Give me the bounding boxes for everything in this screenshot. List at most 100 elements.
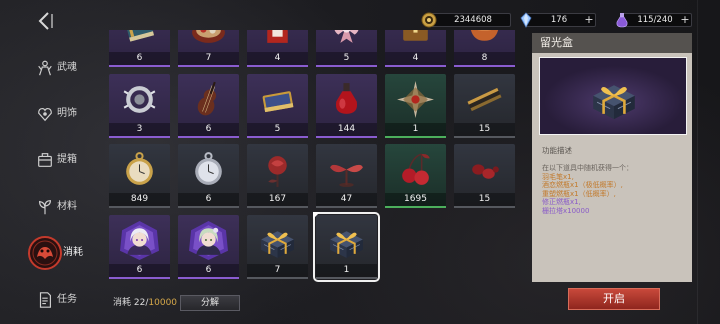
inventory-slot[interactable]: 1695 — [385, 144, 446, 208]
sidebar-item-label: 武魂 — [57, 62, 77, 73]
reward-line: 修正燃瓶x1, — [542, 198, 581, 207]
item-count: 1 — [412, 124, 419, 134]
harmonica-icon — [464, 79, 505, 120]
material-icon — [36, 198, 54, 216]
decompose-button[interactable]: 分解 — [180, 295, 240, 311]
sidebar-item-label: 材料 — [57, 201, 77, 212]
item-count: 4 — [274, 53, 281, 63]
detail-title: 留光盒 — [540, 36, 573, 49]
inventory-slot[interactable]: 167 — [247, 144, 308, 208]
silver-pocket-watch-icon — [188, 149, 229, 190]
rarity-bar — [178, 136, 239, 138]
inventory-slot[interactable]: 8 — [454, 30, 515, 67]
sidebar-item-consumable[interactable]: 消耗 — [0, 236, 100, 270]
inventory-slot[interactable]: 5 — [247, 74, 308, 138]
red-potion-icon — [326, 79, 367, 120]
gift-box-icon — [326, 220, 367, 261]
capacity-indicator: 消耗 22/10000 — [113, 297, 177, 309]
sidebar-item-task[interactable]: 任务 — [0, 288, 100, 312]
rarity-bar — [454, 136, 515, 138]
sidebar-item-ornament[interactable]: 明饰 — [0, 102, 100, 126]
reward-line: 栅拉塔x10000 — [542, 206, 590, 215]
reward-line: 酒恋燃瓶x1（极低概率）, — [542, 181, 623, 190]
item-count: 5 — [274, 124, 281, 134]
case-icon — [36, 151, 54, 169]
inventory-slot[interactable]: 15 — [454, 144, 515, 208]
item-count: 144 — [337, 124, 356, 134]
item-count: 8 — [481, 53, 488, 63]
rarity-bar — [454, 65, 515, 67]
rarity-bar — [109, 206, 170, 208]
description-intro: 在以下道具中随机获得一个： — [542, 164, 633, 172]
inventory-slot[interactable]: 5 — [316, 30, 377, 67]
item-count: 849 — [130, 194, 149, 204]
rarity-bar — [385, 206, 446, 208]
inventory-slot[interactable]: 15 — [454, 74, 515, 138]
item-count: 6 — [205, 194, 212, 204]
inventory-slot[interactable]: 6 — [178, 74, 239, 138]
item-count: 7 — [274, 265, 281, 275]
back-icon[interactable] — [36, 10, 54, 32]
stamina-currency: 115/240 + — [614, 13, 692, 28]
rarity-bar — [247, 206, 308, 208]
inventory-slot[interactable]: 6 — [178, 215, 239, 279]
sidebar-item-weapon-soul[interactable]: 武魂 — [0, 56, 100, 80]
add-crystal-button[interactable]: + — [584, 13, 594, 26]
inventory-slot[interactable]: 4 — [247, 30, 308, 67]
detail-panel: 留光盒 功能描述 在以下道具中随机获得一个： 羽毛笔x1, 酒恋燃瓶x1（极低概率… — [532, 33, 692, 282]
section-label: 功能描述 — [542, 146, 572, 155]
inventory-grid[interactable]: 6 7 4 5 4 8 3 6 5 144 1 15 849 6 167 47 1695 15 6 6 7 1 — [104, 30, 522, 286]
task-icon — [36, 291, 54, 309]
rarity-bar — [385, 136, 446, 138]
gold-chest-icon — [395, 30, 436, 49]
item-count: 4 — [412, 53, 419, 63]
red-rose-icon — [257, 149, 298, 190]
item-count: 1 — [343, 265, 350, 275]
add-stamina-button[interactable]: + — [680, 13, 690, 26]
rarity-bar — [454, 206, 515, 208]
inventory-slot[interactable]: 6 — [109, 215, 170, 279]
item-count: 15 — [478, 124, 491, 134]
inventory-slot[interactable]: 6 — [178, 144, 239, 208]
inventory-slot[interactable]: 4 — [385, 30, 446, 67]
star-compass-icon — [395, 79, 436, 120]
crystal-icon — [518, 12, 534, 28]
inventory-slot[interactable]: 3 — [109, 74, 170, 138]
weapon-soul-icon — [36, 59, 54, 77]
rarity-bar — [178, 65, 239, 67]
gift-box-icon — [584, 71, 644, 123]
rarity-bar — [178, 206, 239, 208]
inventory-slot[interactable]: 849 — [109, 144, 170, 208]
reward-line: 羽毛笔x1, — [542, 172, 574, 181]
sidebar-item-label: 明饰 — [57, 108, 77, 119]
red-cherry-icon — [395, 149, 436, 190]
gift-box-icon — [257, 220, 298, 261]
bowl-icon — [464, 30, 505, 49]
sidebar-item-label: 任务 — [57, 294, 77, 305]
inventory-slot[interactable]: 144 — [316, 74, 377, 138]
rarity-bar — [385, 65, 446, 67]
portrait-green-hair-icon — [188, 220, 229, 261]
rarity-bar — [316, 277, 377, 279]
sidebar-item-case[interactable]: 提箱 — [0, 148, 100, 172]
rarity-bar — [247, 136, 308, 138]
portrait-white-hair-icon — [119, 220, 160, 261]
item-count: 6 — [136, 265, 143, 275]
rarity-bar — [109, 65, 170, 67]
capacity-label: 消耗 — [113, 298, 132, 308]
inventory-slot-selected[interactable]: 1 — [313, 212, 380, 282]
inventory-slot[interactable]: 47 — [316, 144, 377, 208]
sidebar-item-material[interactable]: 材料 — [0, 195, 100, 219]
inventory-slot[interactable]: 6 — [109, 30, 170, 67]
stamina-amount: 115/240 — [637, 15, 673, 25]
open-button[interactable]: 开启 — [568, 288, 660, 310]
item-count: 15 — [478, 194, 491, 204]
item-count: 1695 — [404, 194, 427, 204]
item-count: 167 — [268, 194, 287, 204]
gold-pocket-watch-icon — [119, 149, 160, 190]
inventory-slot[interactable]: 7 — [247, 215, 308, 279]
rarity-bar — [247, 65, 308, 67]
gold-amount: 2344608 — [454, 15, 492, 25]
inventory-slot[interactable]: 1 — [385, 74, 446, 138]
inventory-slot[interactable]: 7 — [178, 30, 239, 67]
